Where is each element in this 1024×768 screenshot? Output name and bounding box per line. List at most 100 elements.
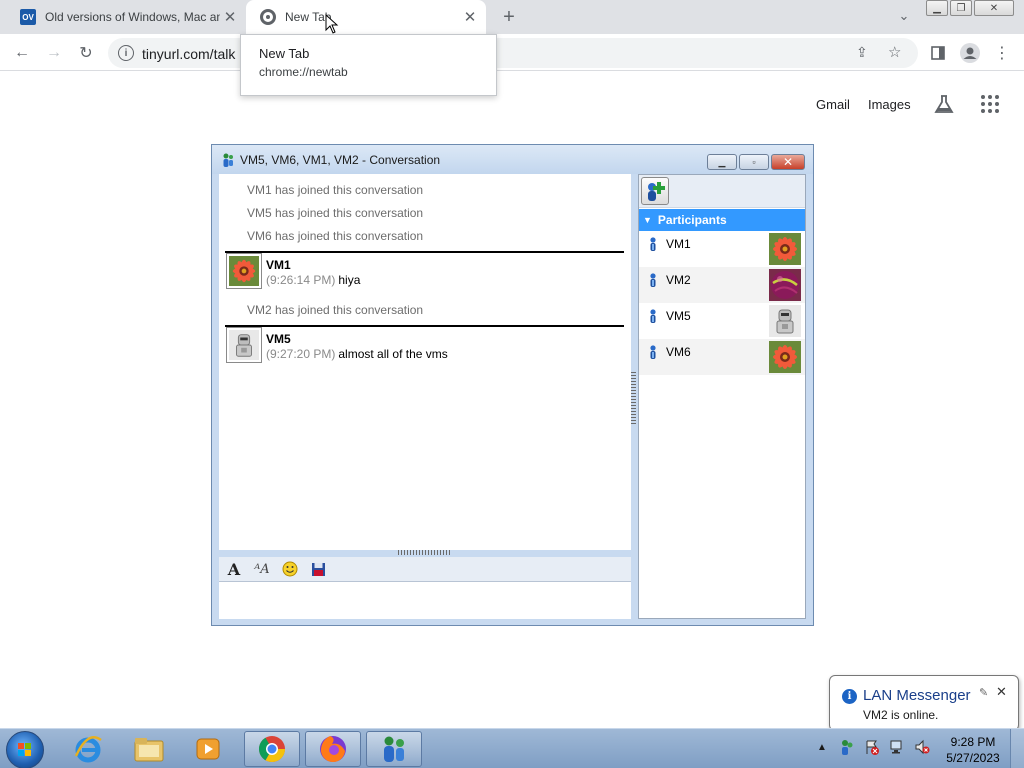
bookmark-star-icon[interactable]: ☆ <box>888 43 901 61</box>
network-icon[interactable] <box>889 739 905 755</box>
tooltip-title: New Tab <box>259 46 310 61</box>
chrome-favicon-icon <box>260 9 276 25</box>
participant-item[interactable]: VM1 <box>639 231 805 267</box>
participants-toolbar <box>639 175 805 208</box>
splitter-grip-vertical[interactable] <box>631 370 636 424</box>
add-participant-button[interactable] <box>641 177 669 205</box>
tab-close-icon[interactable]: ✕ <box>460 7 480 27</box>
address-url[interactable]: tinyurl.com/talk <box>142 46 235 62</box>
taskbar-lan-messenger[interactable] <box>366 731 422 767</box>
chat-log[interactable]: VM1 has joined this conversation VM5 has… <box>219 174 631 550</box>
window-controls: ▁ ❐ ✕ <box>926 0 1014 16</box>
taskbar-firefox[interactable] <box>305 731 361 767</box>
participant-item[interactable]: VM2 <box>639 267 805 303</box>
message-text: hiya <box>338 273 361 287</box>
notification-balloon[interactable]: i LAN Messenger VM2 is online. ✎ ✕ <box>829 675 1019 731</box>
tab-hover-tooltip: New Tab chrome://newtab <box>240 34 497 96</box>
tab-search-chevron-icon[interactable]: ⌄ <box>894 8 914 26</box>
system-event: VM2 has joined this conversation <box>247 303 424 317</box>
font-color-icon[interactable]: ᴬA <box>252 559 272 579</box>
site-info-icon[interactable]: i <box>118 45 134 61</box>
reload-icon[interactable]: ↻ <box>74 41 98 65</box>
labs-flask-icon[interactable] <box>933 94 955 114</box>
taskbar-clock[interactable]: 9:28 PM 5/27/2023 <box>938 734 1008 766</box>
participant-name: VM6 <box>666 345 691 359</box>
start-button[interactable] <box>6 731 44 768</box>
message-sender: VM1 <box>266 258 291 272</box>
chrome-menu-icon[interactable]: ⋮ <box>990 41 1014 65</box>
avatar <box>226 327 262 363</box>
participants-panel: ▼ Participants VM1 VM2 VM5 VM6 <box>638 174 806 619</box>
clock-time: 9:28 PM <box>950 735 996 749</box>
message-input[interactable] <box>219 582 631 619</box>
minimize-button[interactable]: ▁ <box>707 154 737 170</box>
close-window-button[interactable]: ✕ <box>974 0 1014 16</box>
side-panel-icon[interactable] <box>926 41 950 65</box>
participants-header[interactable]: ▼ Participants <box>639 209 805 231</box>
flower-avatar-icon <box>769 233 801 265</box>
forward-arrow-icon[interactable]: → <box>42 41 66 65</box>
message-line: (9:27:20 PM) almost all of the vms <box>266 347 448 361</box>
avatar <box>226 253 262 289</box>
google-apps-grid-icon[interactable] <box>980 95 999 113</box>
folder-icon <box>134 738 164 762</box>
new-tab-button[interactable]: + <box>498 6 520 28</box>
user-status-icon <box>649 237 657 251</box>
tab-new-tab[interactable]: New Tab ✕ <box>246 0 486 34</box>
volume-muted-icon[interactable] <box>914 739 930 755</box>
font-icon[interactable]: A <box>224 559 244 579</box>
tab-title: Old versions of Windows, Mac an <box>45 10 220 24</box>
browser-toolbar: ← → ↻ i tinyurl.com/talk ⇪ ☆ ⋮ <box>0 34 1024 71</box>
firefox-icon <box>320 736 346 763</box>
close-icon[interactable]: ✕ <box>996 684 1007 700</box>
windows-logo-icon <box>18 743 31 756</box>
pin-icon[interactable]: ✎ <box>979 686 988 699</box>
minimize-button[interactable]: ▁ <box>926 0 948 16</box>
participant-name: VM1 <box>666 237 691 251</box>
browser-tab-strip: OV Old versions of Windows, Mac an ✕ New… <box>0 0 1024 34</box>
message-divider <box>225 325 624 327</box>
info-icon: i <box>842 689 857 704</box>
user-status-icon <box>649 345 657 359</box>
action-center-flag-icon[interactable] <box>864 739 880 755</box>
lan-messenger-tray-icon[interactable] <box>839 739 855 755</box>
participant-item[interactable]: VM6 <box>639 339 805 375</box>
oldversion-favicon-icon: OV <box>20 9 36 25</box>
user-status-icon <box>649 309 657 323</box>
participant-name: VM2 <box>666 273 691 287</box>
conversation-window-controls: ▁ ▫ ✕ <box>707 154 805 170</box>
message-divider <box>225 251 624 253</box>
share-icon[interactable]: ⇪ <box>856 44 868 61</box>
splitter-grip-horizontal[interactable] <box>398 550 452 555</box>
images-link[interactable]: Images <box>868 97 911 112</box>
taskbar-file-explorer[interactable] <box>121 731 177 767</box>
taskbar-media-player[interactable] <box>180 731 236 767</box>
taskbar-internet-explorer[interactable] <box>60 731 116 767</box>
maximize-button[interactable]: ▫ <box>739 154 769 170</box>
gmail-link[interactable]: Gmail <box>816 97 850 112</box>
user-status-icon <box>649 273 657 287</box>
smiley-icon[interactable] <box>280 559 300 579</box>
profile-avatar-icon[interactable] <box>958 41 982 65</box>
show-desktop-button[interactable] <box>1010 729 1024 768</box>
notification-message: VM2 is online. <box>863 708 939 722</box>
system-event: VM6 has joined this conversation <box>247 229 424 243</box>
system-tray: ▲ <box>814 739 930 755</box>
participant-item[interactable]: VM5 <box>639 303 805 339</box>
conversation-window: VM5, VM6, VM1, VM2 - Conversation ▁ ▫ ✕ … <box>211 144 814 626</box>
media-player-icon <box>196 738 220 760</box>
show-hidden-icons-arrow-icon[interactable]: ▲ <box>814 739 830 755</box>
google-header-links: Gmail Images <box>816 94 999 114</box>
message-time: (9:27:20 PM) <box>266 347 336 361</box>
address-bar[interactable]: i tinyurl.com/talk ⇪ ☆ <box>108 38 918 68</box>
taskbar: ▲ 9:28 PM 5/27/2023 <box>0 728 1024 768</box>
back-arrow-icon[interactable]: ← <box>10 41 34 65</box>
restore-button[interactable]: ❐ <box>950 0 972 16</box>
tab-close-icon[interactable]: ✕ <box>220 7 240 27</box>
tab-old-versions[interactable]: OV Old versions of Windows, Mac an ✕ <box>8 0 246 34</box>
mouse-cursor-icon <box>325 14 339 34</box>
close-button[interactable]: ✕ <box>771 154 805 170</box>
flower-avatar-icon <box>229 256 259 286</box>
taskbar-chrome[interactable] <box>244 731 300 767</box>
save-icon[interactable] <box>308 559 328 579</box>
